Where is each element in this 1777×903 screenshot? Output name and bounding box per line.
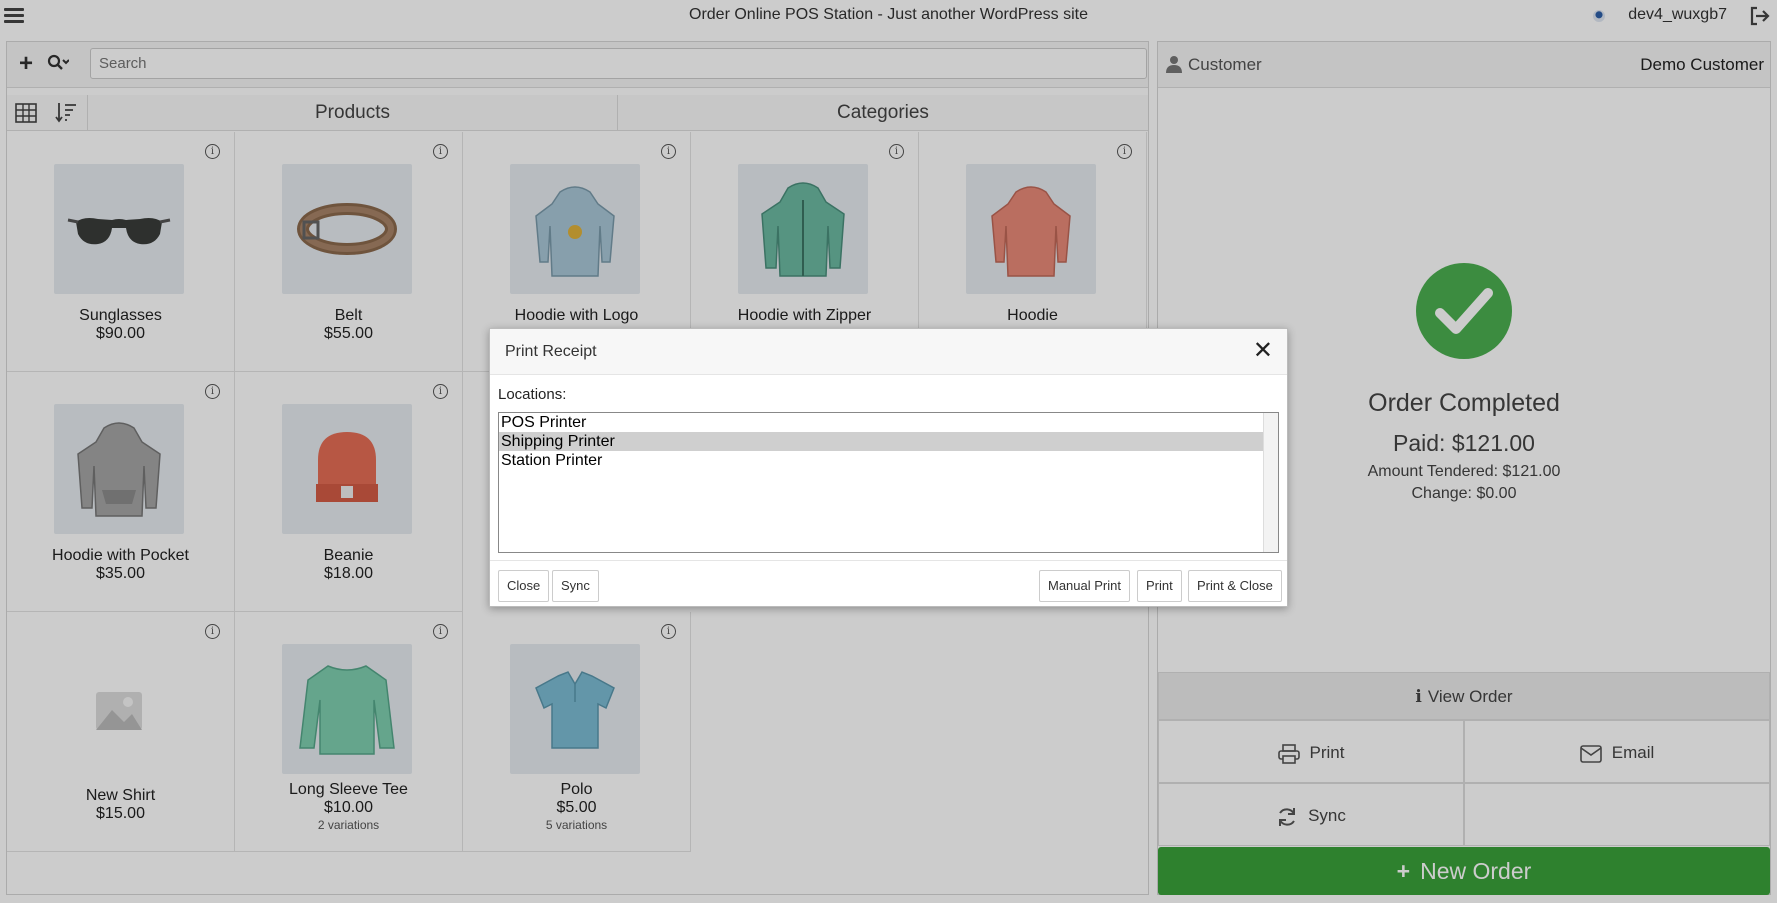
locations-label: Locations:	[498, 386, 567, 403]
manual-print-button[interactable]: Manual Print	[1039, 570, 1130, 602]
dialog-title: Print Receipt	[505, 343, 597, 360]
print-close-button[interactable]: Print & Close	[1188, 570, 1282, 602]
sync-button[interactable]: Sync	[552, 570, 599, 602]
location-option[interactable]: Station Printer	[499, 451, 1263, 470]
location-option-selected[interactable]: Shipping Printer	[499, 432, 1263, 451]
print-button[interactable]: Print	[1137, 570, 1182, 602]
locations-listbox[interactable]: POS Printer Shipping Printer Station Pri…	[498, 412, 1279, 553]
print-receipt-dialog: Print Receipt ✕ Locations: POS Printer S…	[489, 328, 1288, 607]
location-option[interactable]: POS Printer	[499, 413, 1263, 432]
listbox-scrollbar[interactable]	[1263, 413, 1278, 552]
close-button[interactable]: Close	[498, 570, 550, 602]
close-icon[interactable]: ✕	[1253, 339, 1273, 363]
dialog-header: Print Receipt ✕	[490, 329, 1287, 375]
dialog-footer: Close Sync Manual Print Print Print & Cl…	[490, 560, 1287, 608]
